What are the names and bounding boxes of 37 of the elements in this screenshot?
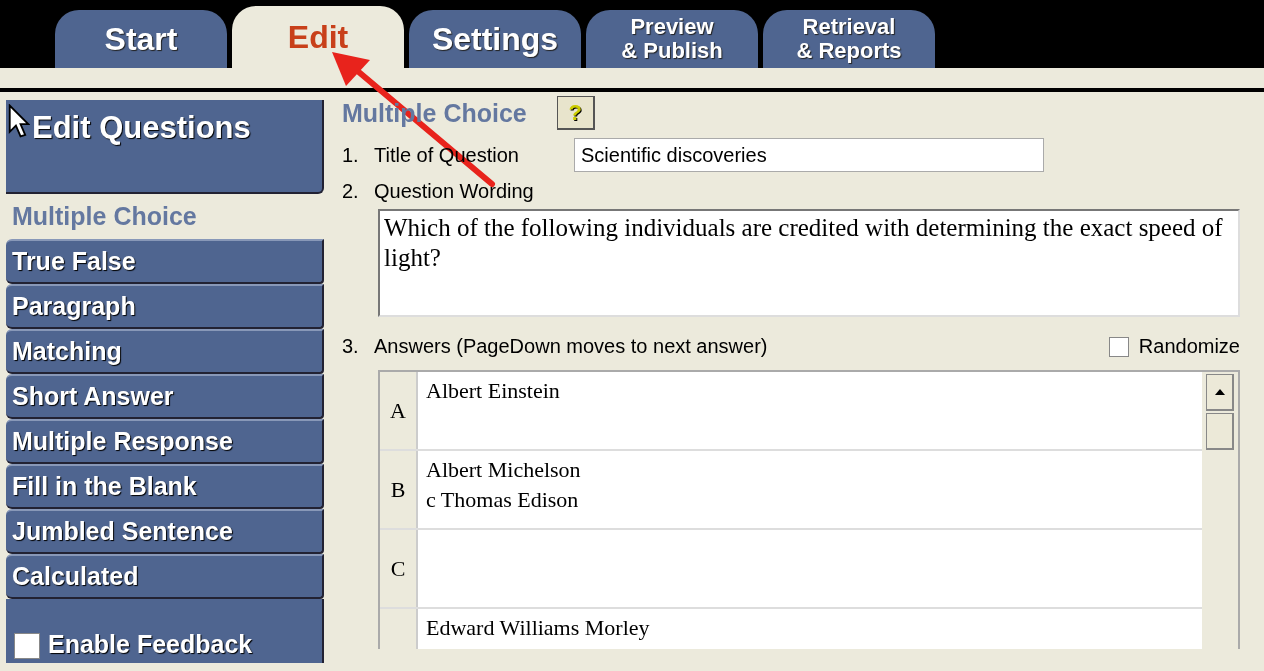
sidebar-item[interactable]: Multiple Response	[6, 419, 324, 464]
checkbox-label: Randomize	[1138, 335, 1240, 358]
sidebar-item[interactable]: Fill in the Blank	[6, 464, 324, 509]
field-number: 2.	[342, 180, 360, 203]
field-number: 3.	[342, 335, 360, 358]
sidebar-item[interactable]: Matching	[6, 329, 324, 374]
sidebar-item[interactable]: Calculated	[6, 554, 324, 599]
scroll-thumb[interactable]	[1206, 413, 1234, 450]
checkbox[interactable]	[14, 633, 40, 659]
sidebar-title: Edit Questions	[32, 110, 251, 146]
answer-text[interactable]: Albert Michelson c Thomas Edison	[426, 455, 581, 515]
tab[interactable]: Edit	[232, 6, 404, 68]
tab[interactable]: Start	[55, 10, 227, 68]
answer-text[interactable]: Edward Williams Morley	[426, 613, 650, 643]
scrollbar[interactable]	[1202, 372, 1238, 649]
tab[interactable]: Retrieval & Reports	[763, 10, 935, 68]
answer-text[interactable]: Albert Einstein	[426, 376, 560, 406]
title-input-field[interactable]: Scientific discoveries	[574, 138, 1044, 172]
up-arrow-icon	[1214, 389, 1225, 395]
answer-letter-cell	[380, 609, 418, 649]
checkbox-label: Enable Feedback	[48, 630, 253, 659]
sidebar-item[interactable]: True False	[6, 239, 324, 284]
tab[interactable]: Preview & Publish	[586, 10, 758, 68]
scroll-up-button[interactable]	[1206, 374, 1234, 411]
answer-letter-cell: B	[380, 451, 418, 528]
mouse-cursor-icon	[8, 104, 30, 138]
sidebar-item[interactable]: Paragraph	[6, 284, 324, 329]
sidebar-item[interactable]: Jumbled Sentence	[6, 509, 324, 554]
tab[interactable]: Settings	[409, 10, 581, 68]
field-label: Question Wording	[374, 180, 534, 203]
field-label: Answers (PageDown moves to next answer)	[374, 335, 769, 358]
field-number: 1.	[342, 143, 360, 167]
question-text-area[interactable]: Which of the following individuals are credited with determining the exact speed of light?	[378, 209, 1240, 317]
checkbox[interactable]	[1108, 336, 1129, 357]
sidebar-item[interactable]: Short Answer	[6, 374, 324, 419]
answer-letter-cell: A	[380, 372, 418, 449]
answer-letter-cell: C	[380, 530, 418, 607]
